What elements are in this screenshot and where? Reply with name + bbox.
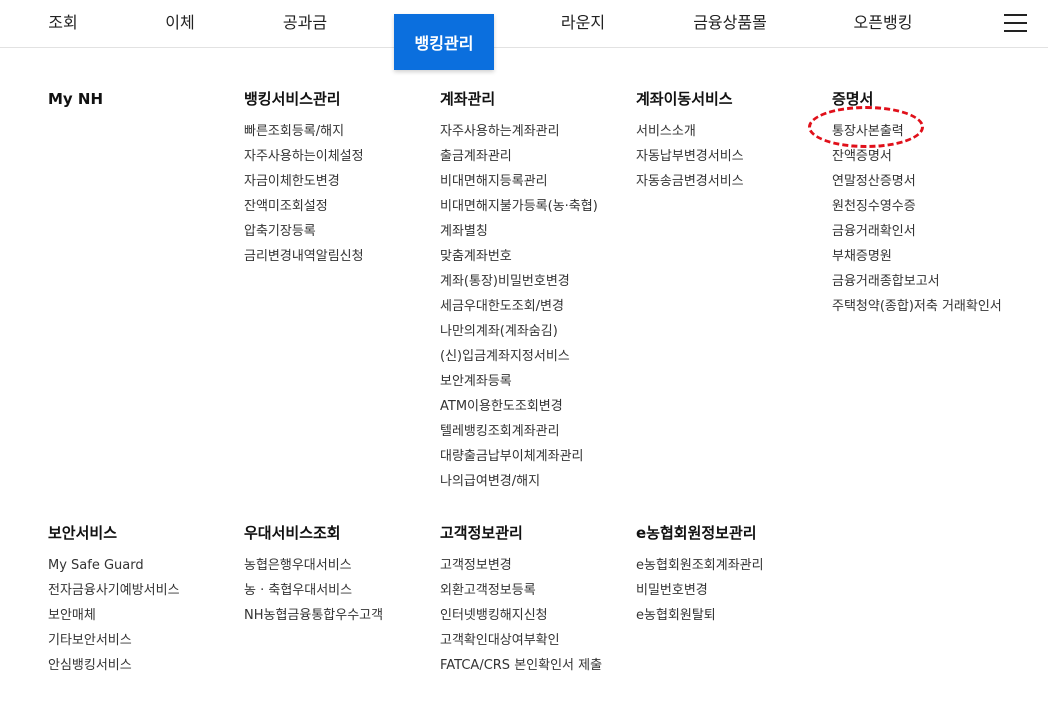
section-preferential-service: 우대서비스조회 농협은행우대서비스 농 · 축협우대서비스 NH농협금융통합우수… <box>244 523 434 632</box>
menu-link[interactable]: 보안매체 <box>48 607 238 624</box>
section-title-account-management[interactable]: 계좌관리 <box>440 89 630 123</box>
menu-link[interactable]: 연말정산증명서 <box>832 173 1012 190</box>
section-title-security[interactable]: 보안서비스 <box>48 523 238 557</box>
menu-link[interactable]: 비대면해지불가등록(농·축협) <box>440 198 630 215</box>
section-security: 보안서비스 My Safe Guard 전자금융사기예방서비스 보안매체 기타보… <box>48 523 238 682</box>
menu-link[interactable]: 압축기장등록 <box>244 223 434 240</box>
menu-link[interactable]: 계좌(통장)비밀번호변경 <box>440 273 630 290</box>
menu-link[interactable]: 세금우대한도조회/변경 <box>440 298 630 315</box>
menu-link[interactable]: 비대면해지등록관리 <box>440 173 630 190</box>
nav-item-financial-products[interactable]: 금융상품몰 <box>693 12 767 34</box>
section-title-my-nh[interactable]: My NH <box>48 89 238 123</box>
menu-link[interactable]: 전자금융사기예방서비스 <box>48 582 238 599</box>
section-e-member-info: e농협회원정보관리 e농협회원조회계좌관리 비밀번호변경 e농협회원탈퇴 <box>636 523 826 632</box>
nav-item-inquiry[interactable]: 조회 <box>48 12 77 34</box>
menu-link[interactable]: 기타보안서비스 <box>48 632 238 649</box>
menu-link[interactable]: 농 · 축협우대서비스 <box>244 582 434 599</box>
menu-link[interactable]: e농협회원조회계좌관리 <box>636 557 826 574</box>
section-certificates: 증명서 통장사본출력 잔액증명서 연말정산증명서 원천징수영수증 금융거래확인서… <box>832 89 1012 323</box>
menu-link[interactable]: 비밀번호변경 <box>636 582 826 599</box>
menu-link[interactable]: 고객확인대상여부확인 <box>440 632 630 649</box>
menu-link[interactable]: 금융거래확인서 <box>832 223 1012 240</box>
section-title-banking-service[interactable]: 뱅킹서비스관리 <box>244 89 434 123</box>
menu-link[interactable]: FATCA/CRS 본인확인서 제출 <box>440 657 630 674</box>
section-my-nh: My NH <box>48 89 238 123</box>
menu-link[interactable]: 인터넷뱅킹해지신청 <box>440 607 630 624</box>
nav-item-utility-bills[interactable]: 공과금 <box>283 12 327 34</box>
section-title-certificates[interactable]: 증명서 <box>832 89 1012 123</box>
menu-link[interactable]: 서비스소개 <box>636 123 826 140</box>
menu-link[interactable]: 부채증명원 <box>832 248 1012 265</box>
menu-link[interactable]: NH농협금융통합우수고객 <box>244 607 434 624</box>
section-title-e-member-info[interactable]: e농협회원정보관리 <box>636 523 826 557</box>
menu-link[interactable]: 맞춤계좌번호 <box>440 248 630 265</box>
menu-link[interactable]: 외환고객정보등록 <box>440 582 630 599</box>
menu-link[interactable]: 자주사용하는계좌관리 <box>440 123 630 140</box>
menu-link[interactable]: 고객정보변경 <box>440 557 630 574</box>
menu-link[interactable]: 금리변경내역알림신청 <box>244 248 434 265</box>
menu-link[interactable]: 계좌별칭 <box>440 223 630 240</box>
menu-link-passbook-copy-print[interactable]: 통장사본출력 <box>832 123 1012 140</box>
menu-link[interactable]: 안심뱅킹서비스 <box>48 657 238 674</box>
menu-link[interactable]: 보안계좌등록 <box>440 373 630 390</box>
menu-link[interactable]: (신)입금계좌지정서비스 <box>440 348 630 365</box>
menu-link[interactable]: 대량출금납부이체계좌관리 <box>440 448 630 465</box>
menu-link[interactable]: 자동납부변경서비스 <box>636 148 826 165</box>
menu-link[interactable]: ATM이용한도조회변경 <box>440 398 630 415</box>
menu-link[interactable]: 잔액증명서 <box>832 148 1012 165</box>
menu-link[interactable]: 잔액미조회설정 <box>244 198 434 215</box>
menu-link[interactable]: My Safe Guard <box>48 557 238 574</box>
menu-link[interactable]: 자주사용하는이체설정 <box>244 148 434 165</box>
section-banking-service: 뱅킹서비스관리 빠른조회등록/해지 자주사용하는이체설정 자금이체한도변경 잔액… <box>244 89 434 273</box>
menu-link[interactable]: 출금계좌관리 <box>440 148 630 165</box>
nav-item-open-banking[interactable]: 오픈뱅킹 <box>854 12 913 34</box>
menu-link[interactable]: 나의급여변경/해지 <box>440 473 630 490</box>
section-title-account-move[interactable]: 계좌이동서비스 <box>636 89 826 123</box>
menu-link[interactable]: 주택청약(종합)저축 거래확인서 <box>832 298 1012 315</box>
menu-link[interactable]: 농협은행우대서비스 <box>244 557 434 574</box>
menu-link[interactable]: 나만의계좌(계좌숨김) <box>440 323 630 340</box>
nav-item-banking-management[interactable]: 뱅킹관리 <box>394 14 494 70</box>
menu-link[interactable]: e농협회원탈퇴 <box>636 607 826 624</box>
section-account-move: 계좌이동서비스 서비스소개 자동납부변경서비스 자동송금변경서비스 <box>636 89 826 198</box>
menu-link[interactable]: 빠른조회등록/해지 <box>244 123 434 140</box>
section-account-management: 계좌관리 자주사용하는계좌관리 출금계좌관리 비대면해지등록관리 비대면해지불가… <box>440 89 630 498</box>
menu-link[interactable]: 텔레뱅킹조회계좌관리 <box>440 423 630 440</box>
section-title-customer-info[interactable]: 고객정보관리 <box>440 523 630 557</box>
section-customer-info: 고객정보관리 고객정보변경 외환고객정보등록 인터넷뱅킹해지신청 고객확인대상여… <box>440 523 630 682</box>
menu-link[interactable]: 자금이체한도변경 <box>244 173 434 190</box>
top-navigation-bar: 조회 이체 공과금 라운지 금융상품몰 오픈뱅킹 <box>0 0 1048 48</box>
menu-link[interactable]: 자동송금변경서비스 <box>636 173 826 190</box>
menu-link[interactable]: 원천징수영수증 <box>832 198 1012 215</box>
menu-link[interactable]: 금융거래종합보고서 <box>832 273 1012 290</box>
nav-item-transfer[interactable]: 이체 <box>165 12 194 34</box>
nav-item-lounge[interactable]: 라운지 <box>561 12 605 34</box>
hamburger-menu-icon[interactable] <box>1004 13 1027 33</box>
section-title-preferential-service[interactable]: 우대서비스조회 <box>244 523 434 557</box>
